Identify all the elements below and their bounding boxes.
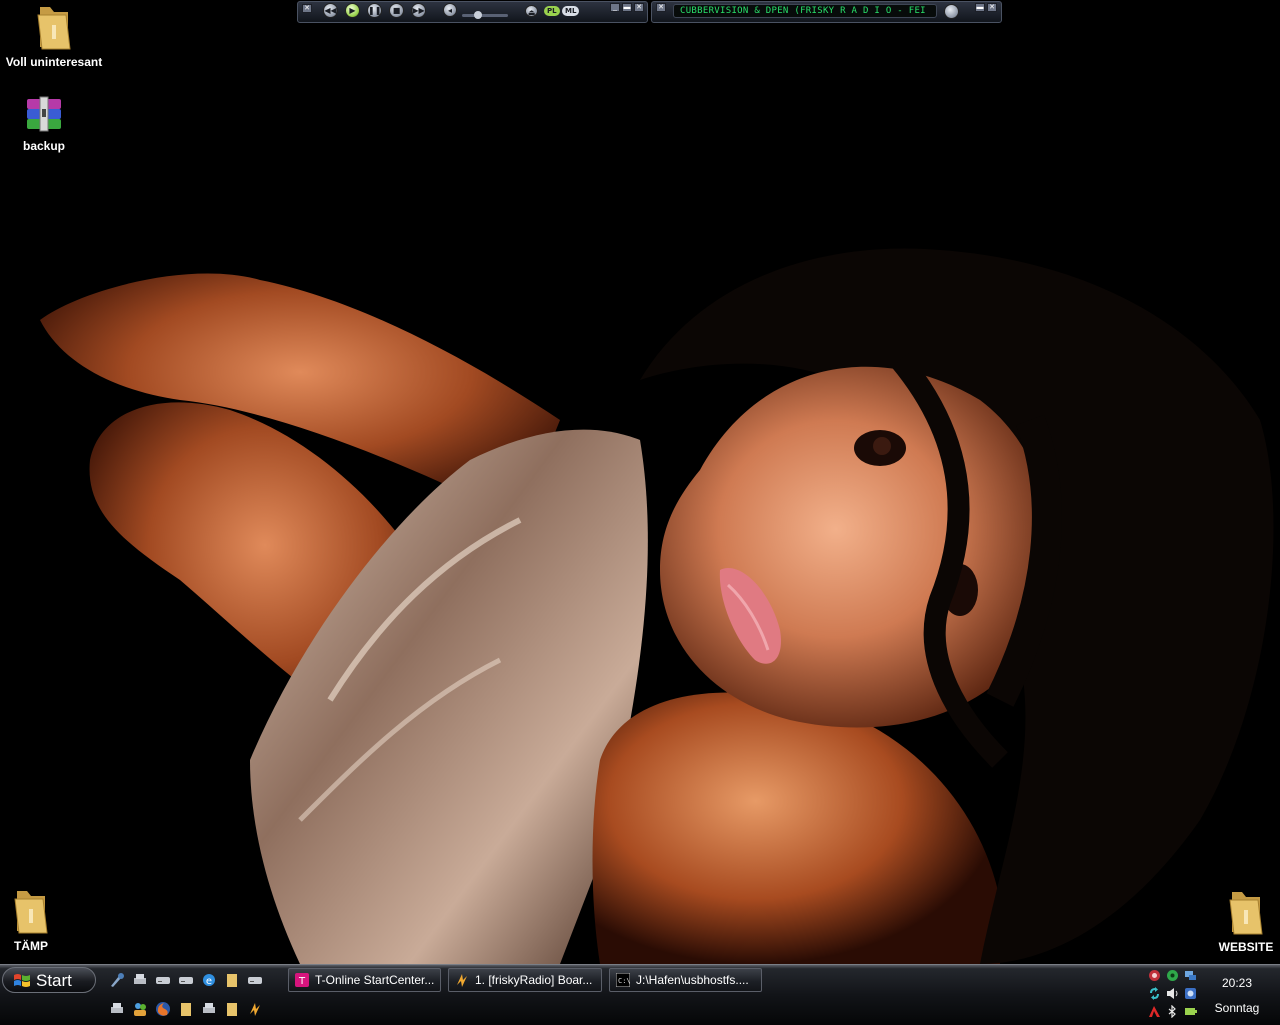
- desktop-wallpaper: [0, 0, 1280, 964]
- desktop-icon-tamp[interactable]: TÄMP: [0, 887, 86, 953]
- now-playing-ticker[interactable]: CUBBERVISION & DPEN (FRISKY R A D I O - …: [673, 4, 937, 18]
- svg-text:C:\: C:\: [618, 977, 630, 985]
- volume-icon[interactable]: [1166, 987, 1179, 1000]
- sync-icon[interactable]: [1148, 987, 1161, 1000]
- paint-brush-icon[interactable]: [109, 972, 125, 988]
- volume-slider-thumb[interactable]: [474, 11, 482, 19]
- users-icon[interactable]: [132, 1001, 148, 1017]
- day-of-week: Sonntag: [1214, 1001, 1260, 1015]
- task-button-frisky-radio[interactable]: 1. [friskyRadio] Boar...: [448, 968, 602, 992]
- desktop-icon-voll-uninteresant[interactable]: Voll uninteresant: [0, 3, 109, 69]
- svg-text:T: T: [298, 976, 306, 987]
- svg-text:e: e: [206, 976, 212, 987]
- winamp-options-icon[interactable]: ✕: [302, 4, 312, 13]
- network-computer-icon[interactable]: [201, 1001, 217, 1017]
- eject-button[interactable]: ⏏: [525, 5, 538, 17]
- folder-icon: [14, 891, 48, 934]
- folder-icon: [1229, 892, 1263, 935]
- firefox-icon[interactable]: [155, 1001, 171, 1017]
- task-button-label: 1. [friskyRadio] Boar...: [475, 973, 593, 987]
- taskbar: Start e T T-Online StartCenter... 1. [fr…: [0, 964, 1280, 1025]
- desktop-icon-label: TÄMP: [14, 939, 48, 953]
- folder-icon: [37, 7, 71, 50]
- clock[interactable]: 20:23: [1212, 976, 1262, 990]
- desktop-icon-label: backup: [22, 139, 65, 153]
- internet-explorer-icon[interactable]: e: [201, 972, 217, 988]
- cmd-icon: C:\: [616, 973, 630, 987]
- folder-icon[interactable]: [224, 1001, 240, 1017]
- start-label: Start: [36, 971, 72, 990]
- task-button-t-online[interactable]: T T-Online StartCenter...: [288, 968, 441, 992]
- gear-icon[interactable]: [1166, 969, 1179, 982]
- network-computer-icon[interactable]: [132, 972, 148, 988]
- desktop-icon-label: Voll uninteresant: [5, 55, 103, 69]
- bluetooth-icon[interactable]: [1166, 1005, 1179, 1018]
- next-button[interactable]: ▶▶: [411, 3, 426, 18]
- play-button[interactable]: ▶: [345, 3, 360, 18]
- media-library-toggle-button[interactable]: ML: [562, 6, 580, 16]
- close-icon[interactable]: ✕: [634, 3, 644, 12]
- minimize-icon[interactable]: _: [610, 3, 620, 12]
- winamp-icon: [457, 974, 467, 987]
- wallpaper-photo: [0, 0, 1280, 964]
- folder-icon[interactable]: [224, 972, 240, 988]
- shade-icon[interactable]: ▬: [622, 3, 632, 12]
- task-button-label: T-Online StartCenter...: [315, 973, 435, 987]
- winrar-archive-icon: [27, 96, 61, 132]
- playlist-menu-icon[interactable]: [944, 4, 959, 19]
- pause-button[interactable]: ❚❚: [367, 3, 382, 18]
- task-button-label: J:\Hafen\usbhostfs....: [636, 973, 749, 987]
- battery-icon[interactable]: [1184, 1005, 1197, 1018]
- playlist-toggle-button[interactable]: PL: [544, 6, 560, 16]
- mute-icon[interactable]: ◂: [443, 3, 457, 17]
- t-online-icon: T: [295, 973, 309, 987]
- record-icon[interactable]: [1148, 969, 1161, 982]
- desktop-icon-website[interactable]: WEBSITE: [1191, 888, 1280, 954]
- shade-icon[interactable]: ▬: [975, 3, 985, 12]
- playlist-options-icon[interactable]: ✕: [656, 3, 666, 12]
- close-icon[interactable]: ✕: [987, 3, 997, 12]
- display-icon[interactable]: [1184, 987, 1197, 1000]
- drive-icon[interactable]: [155, 972, 171, 988]
- drive-icon[interactable]: [247, 972, 263, 988]
- start-button[interactable]: Start: [2, 967, 96, 993]
- windows-logo-icon: [14, 974, 30, 987]
- desktop-icon-backup[interactable]: backup: [0, 95, 99, 153]
- previous-button[interactable]: ◀◀: [323, 3, 338, 18]
- winamp-icon[interactable]: [247, 1001, 263, 1017]
- desktop-icon-label: WEBSITE: [1218, 940, 1274, 954]
- network-computer-icon[interactable]: [109, 1001, 125, 1017]
- volume-slider[interactable]: [462, 14, 508, 17]
- network-icon[interactable]: [1184, 969, 1197, 982]
- task-button-command-prompt[interactable]: C:\ J:\Hafen\usbhostfs....: [609, 968, 762, 992]
- antivirus-icon[interactable]: [1148, 1005, 1161, 1018]
- drive-icon[interactable]: [178, 972, 194, 988]
- folder-icon[interactable]: [178, 1001, 194, 1017]
- stop-button[interactable]: ■: [389, 3, 404, 18]
